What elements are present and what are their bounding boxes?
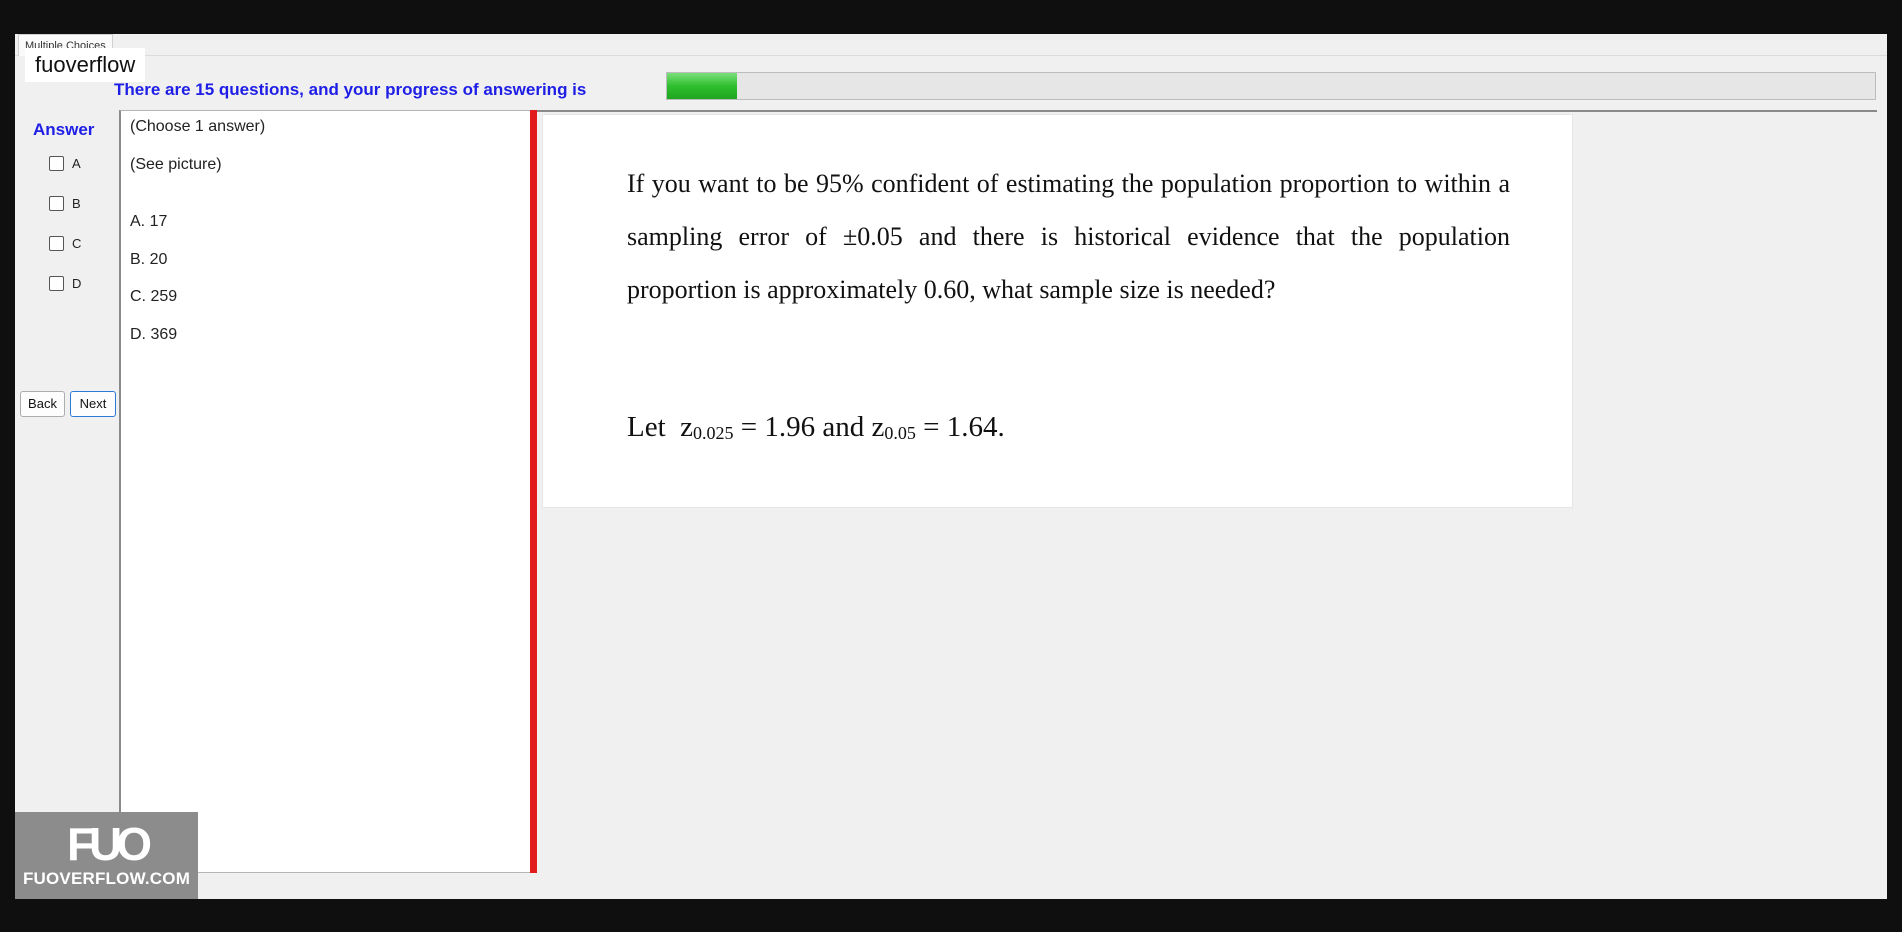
answer-option-label: A — [72, 156, 81, 171]
answer-option-label: B — [72, 196, 81, 211]
answer-option-c[interactable]: C — [49, 236, 81, 251]
z1-subscript: 0.025 — [693, 423, 734, 443]
z1-base: z — [680, 411, 694, 443]
z1-value: = 1.96 and — [740, 411, 865, 443]
answer-option-label: D — [72, 276, 82, 291]
z2-base: z — [871, 411, 885, 443]
panel-splitter[interactable] — [530, 110, 537, 873]
hint-let: Let — [627, 411, 666, 443]
choice-a-text: A. 17 — [130, 213, 168, 230]
progress-bar — [666, 72, 1876, 100]
answer-option-b[interactable]: B — [49, 196, 81, 211]
tab-strip: Multiple Choices — [15, 34, 1887, 56]
answer-option-a[interactable]: A — [49, 156, 81, 171]
see-picture-note: (See picture) — [130, 156, 222, 173]
checkbox-d[interactable] — [49, 276, 64, 291]
choice-c-text: C. 259 — [130, 288, 178, 305]
choice-b-text: B. 20 — [130, 251, 168, 268]
answer-heading: Answer — [33, 120, 95, 139]
question-text: If you want to be 95% confident of estim… — [627, 169, 1510, 304]
app-window: Multiple Choices fuoverflow There are 15… — [15, 34, 1887, 899]
picture-area: If you want to be 95% confident of estim… — [537, 110, 1877, 873]
back-button[interactable]: Back — [20, 391, 65, 417]
choice-d-text: D. 369 — [130, 326, 178, 343]
choose-instruction: (Choose 1 answer) — [130, 118, 266, 135]
next-button[interactable]: Next — [70, 391, 116, 417]
fuoverflow-logo: FUO FUOVERFLOW.COM — [15, 812, 198, 899]
checkbox-b[interactable] — [49, 196, 64, 211]
z2-value: = 1.64. — [923, 411, 1005, 443]
watermark-label: fuoverflow — [25, 48, 146, 82]
answer-option-label: C — [72, 236, 82, 251]
checkbox-a[interactable] — [49, 156, 64, 171]
z2-subscript: 0.05 — [884, 423, 916, 443]
answer-option-d[interactable]: D — [49, 276, 81, 291]
progress-label: There are 15 questions, and your progres… — [114, 80, 587, 99]
question-list-panel: (Choose 1 answer) (See picture) A. 17 B.… — [119, 110, 530, 873]
checkbox-c[interactable] — [49, 236, 64, 251]
progress-fill — [667, 73, 738, 99]
z-values-hint: Let z0.025 = 1.96 and z0.05 = 1.64. — [627, 411, 1005, 444]
logo-text: FUOVERFLOW.COM — [22, 869, 191, 888]
logo-mark: FUO — [66, 818, 152, 870]
question-picture: If you want to be 95% confident of estim… — [542, 114, 1573, 508]
